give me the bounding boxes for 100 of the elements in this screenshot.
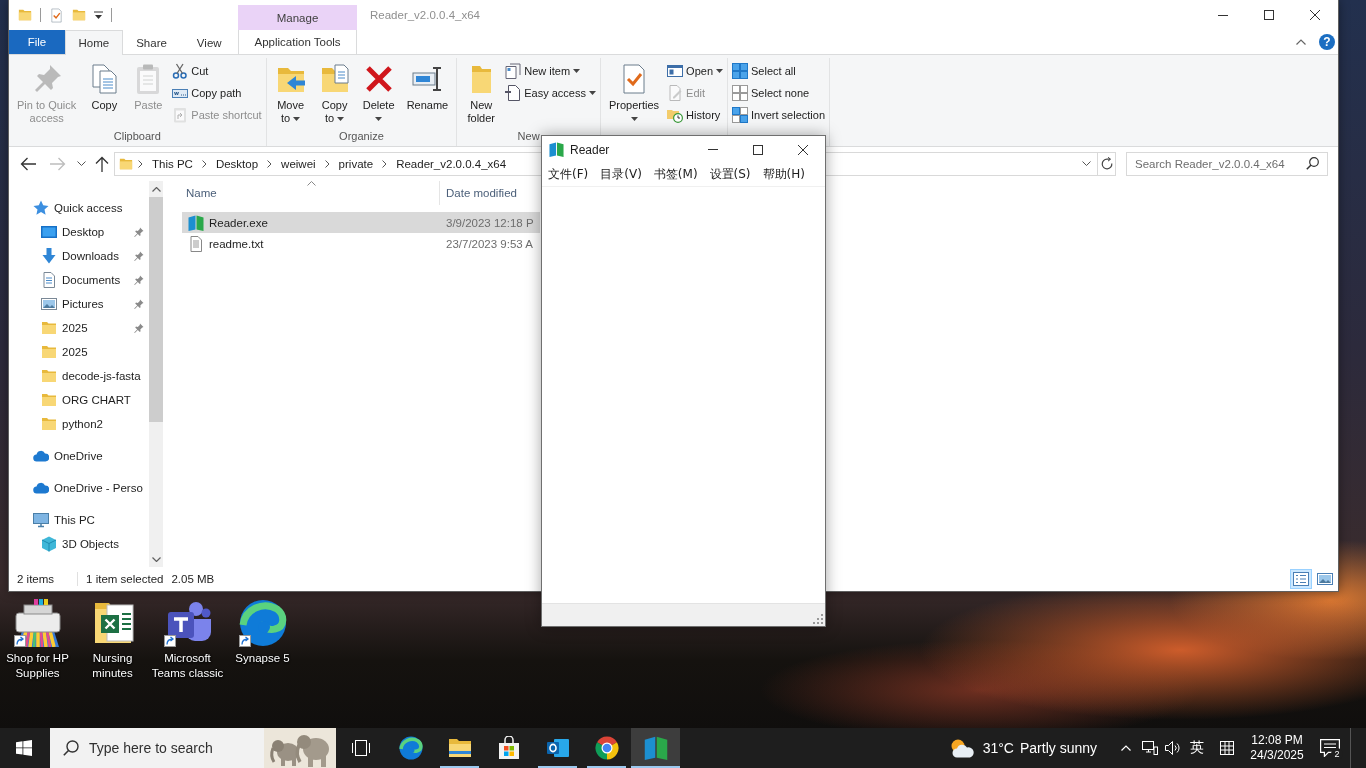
desktop-shortcut[interactable]: Shop for HP Supplies (0, 599, 75, 681)
nav-item[interactable]: Documents (9, 268, 149, 292)
ribbon-button[interactable]: Invert selection (730, 104, 827, 126)
ribbon-button[interactable]: New folder (459, 58, 504, 127)
chevron-right-icon[interactable] (382, 159, 388, 168)
nav-item[interactable]: 2025 (9, 340, 149, 364)
speaker-icon[interactable] (1164, 741, 1181, 755)
nav-item[interactable]: OneDrive - Perso (9, 476, 149, 500)
weather-condition[interactable]: Partly sunny (1019, 740, 1097, 756)
column-header[interactable]: Date modified (446, 187, 517, 199)
breadcrumb-item[interactable]: Desktop (211, 152, 263, 175)
ribbon-button[interactable]: Select none (730, 82, 827, 104)
taskbar-app-button[interactable] (631, 728, 680, 768)
nav-item[interactable]: python2 (9, 412, 149, 436)
nav-scrollbar[interactable] (149, 181, 163, 567)
search-field[interactable]: Search Reader_v2.0.0.4_x64 (1126, 151, 1328, 176)
window-icon (667, 63, 684, 79)
computer-icon (33, 512, 49, 528)
view-button[interactable] (1290, 569, 1312, 589)
search-input[interactable]: Search Reader_v2.0.0.4_x64 (1135, 153, 1302, 174)
taskbar-search-input[interactable]: Type here to search (89, 736, 264, 760)
nav-item[interactable]: Quick access (9, 196, 149, 220)
running-indicator (440, 766, 479, 768)
speech-bubble-icon[interactable] (1320, 739, 1340, 757)
ribbon-button[interactable]: Copy (82, 58, 127, 114)
ime-grid-icon[interactable] (1220, 741, 1234, 755)
chevron-right-icon[interactable] (267, 159, 273, 168)
chevron-right-icon[interactable] (201, 159, 207, 168)
notification-count: 2 (1331, 748, 1343, 760)
ribbon-tab[interactable]: Home (65, 30, 123, 55)
desktop-shortcut[interactable]: Synapse 5 (225, 599, 300, 681)
ribbon-button[interactable]: Move to (268, 58, 313, 127)
nav-item[interactable]: Downloads (9, 244, 149, 268)
caret-up-icon[interactable] (1296, 39, 1306, 45)
breadcrumb-item[interactable]: weiwei (277, 152, 320, 175)
ribbon-button[interactable]: Copy path (170, 82, 264, 104)
network-icon[interactable] (1141, 741, 1158, 755)
nav-item[interactable]: OneDrive (9, 444, 149, 468)
picture-icon (41, 296, 57, 312)
ribbon-button[interactable]: New item (503, 60, 598, 82)
taskbar-search-field[interactable]: Type here to search (50, 728, 336, 768)
desktop-shortcut[interactable]: Microsoft Teams classic (150, 599, 225, 681)
down-caret-icon[interactable] (1082, 161, 1091, 166)
desktop-shortcut[interactable]: Nursing minutes (75, 599, 150, 681)
file-row[interactable]: readme.txt 23/7/2023 9:53 A (182, 233, 540, 254)
ribbon-tab[interactable]: View (180, 30, 239, 54)
large-icons-view-icon (1317, 573, 1333, 585)
refresh-button[interactable] (1098, 151, 1116, 176)
help-button[interactable]: ? (1319, 34, 1335, 50)
clock-time[interactable]: 12:08 PM (1251, 733, 1303, 748)
magnifier-icon[interactable] (63, 740, 79, 756)
dropdown-caret-icon (293, 117, 301, 122)
nav-item[interactable]: ORG CHART (9, 388, 149, 412)
menu-item[interactable]: 文件(F) (542, 163, 595, 186)
chevron-up-icon[interactable] (1121, 745, 1131, 751)
breadcrumb-item[interactable]: Reader_v2.0.0.4_x64 (392, 152, 511, 175)
nav-item[interactable]: 2025 (9, 316, 149, 340)
nav-item[interactable]: decode-js-fasta (9, 364, 149, 388)
weather-temperature[interactable]: 31°C (982, 740, 1014, 756)
ribbon-button[interactable]: Properties (602, 58, 666, 123)
page-corner-icon (505, 85, 522, 101)
selection-info: 1 item selected (86, 573, 164, 585)
group-label: New (517, 130, 540, 142)
search-icon[interactable] (1306, 157, 1319, 170)
menu-item[interactable]: 书签(M) (647, 163, 704, 186)
ribbon-tab[interactable]: Share (122, 30, 181, 54)
ribbon-button[interactable]: Cut (170, 60, 264, 82)
input-language-indicator[interactable]: 英 (1190, 739, 1204, 757)
file-menu-tab[interactable]: File (9, 30, 65, 54)
nav-item[interactable]: 3D Objects (9, 532, 149, 556)
file-row[interactable]: Reader.exe 3/9/2023 12:18 P (182, 212, 540, 233)
ribbon-button[interactable]: Open (665, 60, 726, 82)
column-header[interactable]: Name (186, 187, 217, 199)
customize-caret-icon[interactable] (94, 10, 103, 20)
nav-item[interactable]: Desktop (9, 220, 149, 244)
scissors-icon (172, 63, 189, 79)
ribbon-button[interactable]: History (665, 104, 726, 126)
dropdown-caret-icon (630, 117, 638, 121)
down-caret-icon (76, 161, 86, 166)
breadcrumb-item[interactable]: This PC (148, 152, 197, 175)
nav-item[interactable]: Pictures (9, 292, 149, 316)
scrollbar-thumb[interactable] (149, 197, 163, 422)
ribbon-button[interactable]: Select all (730, 60, 827, 82)
ribbon-button[interactable]: Delete (356, 58, 401, 123)
clock-date[interactable]: 24/3/2025 (1250, 748, 1304, 763)
nav-item[interactable]: This PC (9, 508, 149, 532)
document-icon (41, 272, 57, 288)
size-grip-icon (813, 614, 823, 624)
breadcrumb-item[interactable]: private (334, 152, 378, 175)
shortcut-arrow-icon (163, 635, 176, 647)
menu-item[interactable]: 帮助(H) (756, 163, 811, 186)
chevron-right-icon[interactable] (324, 159, 330, 168)
ribbon-button[interactable]: Copy to (312, 58, 357, 127)
checked-page-icon[interactable] (49, 7, 64, 23)
ribbon-button[interactable]: Easy access (503, 82, 598, 104)
menu-item[interactable]: 设置(S) (703, 163, 757, 186)
menu-item[interactable]: 目录(V) (594, 163, 648, 186)
ribbon-button[interactable]: Rename (400, 58, 455, 114)
ribbon-tab[interactable]: Application Tools (238, 30, 358, 54)
chevron-right-icon[interactable] (138, 159, 143, 168)
